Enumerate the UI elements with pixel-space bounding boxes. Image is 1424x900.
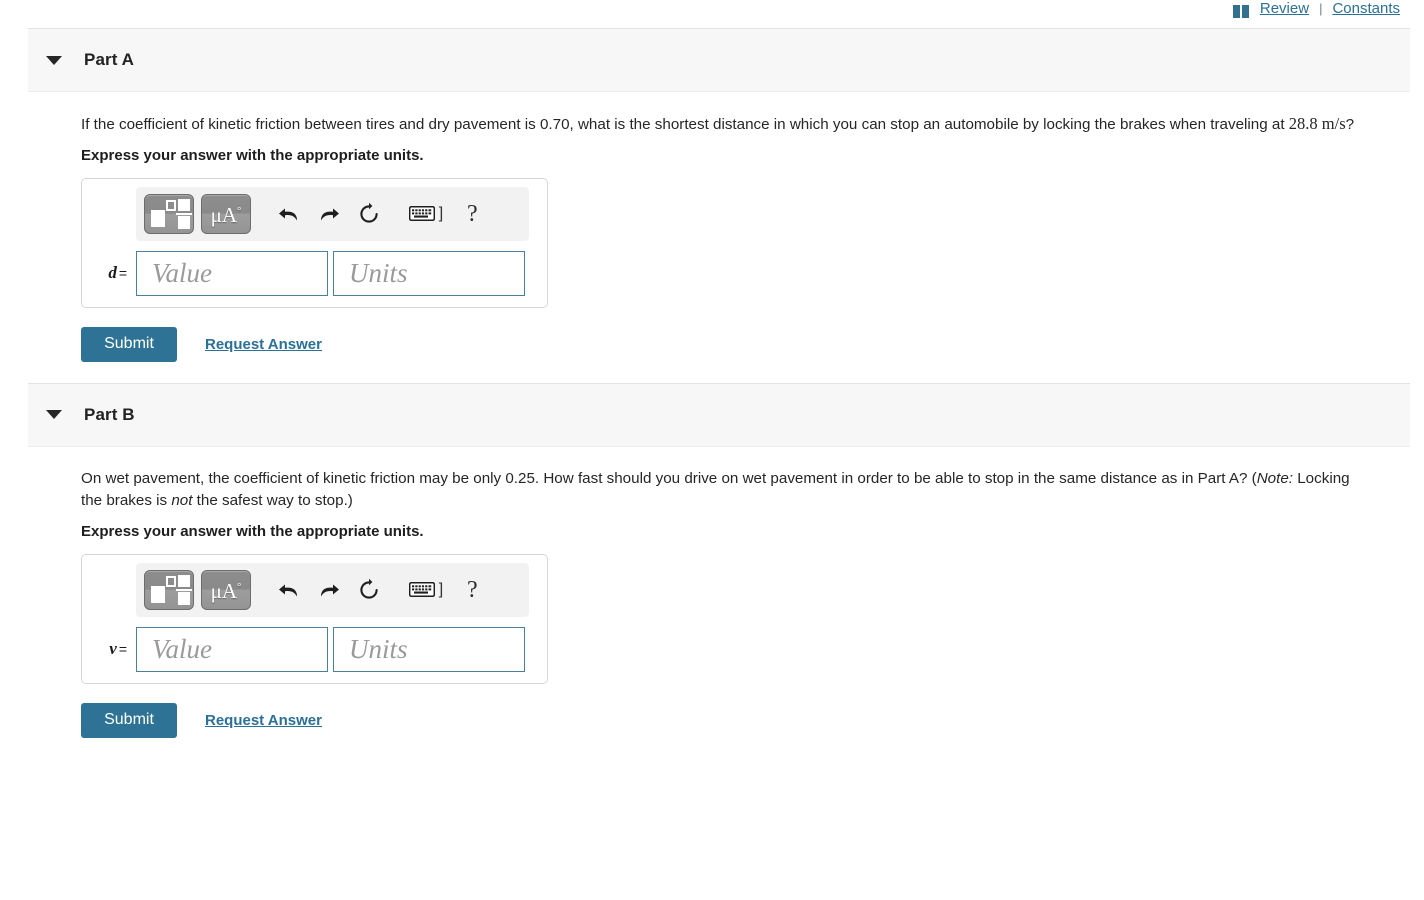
reset-circular-arrow-icon[interactable] <box>349 571 389 609</box>
part-a-answer-box: μA° ] ? d = Value Units <box>81 177 548 308</box>
part-b-body: On wet pavement, the coefficient of kine… <box>28 447 1410 738</box>
part-a-answer-row: d = Value Units <box>91 250 538 296</box>
part-b-not-emphasis: not <box>171 492 193 509</box>
part-b-title: Part B <box>84 404 135 424</box>
units-button-label: μA° <box>210 578 242 603</box>
keyboard-bracket-label: ] <box>438 580 444 598</box>
units-template-button[interactable]: μA° <box>201 569 251 610</box>
part-a-body: If the coefficient of kinetic friction b… <box>28 92 1410 362</box>
part-a-question: If the coefficient of kinetic friction b… <box>81 114 1355 133</box>
part-b-section: Part B On wet pavement, the coefficient … <box>28 382 1410 738</box>
units-template-button[interactable]: μA° <box>201 193 251 234</box>
part-b-instruction: Express your answer with the appropriate… <box>81 522 424 540</box>
part-a-question-tail: ? <box>1345 116 1355 133</box>
part-a-math-units-num: m <box>1321 114 1335 133</box>
part-a-equals: = <box>118 265 127 281</box>
part-b-request-answer-link[interactable]: Request Answer <box>205 712 322 729</box>
math-template-button[interactable] <box>144 193 194 234</box>
units-button-label: μA° <box>210 202 242 227</box>
collapse-caret-icon[interactable] <box>46 55 62 65</box>
help-button[interactable]: ? <box>467 202 478 226</box>
page-top-bar: Review | Constants <box>0 0 1424 28</box>
part-a-math-value: 28.8 <box>1288 114 1318 133</box>
part-b-variable: v <box>109 639 117 658</box>
part-b-header[interactable]: Part B <box>28 382 1410 447</box>
collapse-caret-icon[interactable] <box>46 410 62 419</box>
part-a-question-lead: If the coefficient of kinetic friction b… <box>81 116 1289 133</box>
part-a-header[interactable]: Part A <box>28 28 1410 92</box>
part-b-units-input[interactable]: Units <box>333 626 525 672</box>
part-a-math-toolbar: μA° ] ? <box>136 186 529 241</box>
part-a-instruction: Express your answer with the appropriate… <box>81 146 424 164</box>
part-a-variable: d <box>108 263 117 282</box>
part-a-value-input[interactable]: Value <box>136 250 328 296</box>
keyboard-bracket-label: ] <box>438 204 444 222</box>
part-b-answer-row: v = Value Units <box>91 626 538 672</box>
part-b-submit-button[interactable]: Submit <box>81 702 177 738</box>
part-a-units-input[interactable]: Units <box>333 250 525 296</box>
undo-arrow-icon[interactable] <box>269 571 309 609</box>
redo-arrow-icon[interactable] <box>309 195 349 233</box>
header-separator: | <box>1319 1 1323 16</box>
review-link[interactable]: Review <box>1260 0 1309 18</box>
header-links: Review | Constants <box>1232 0 1400 18</box>
part-b-answer-box: μA° ] ? v = Value Units <box>81 553 548 684</box>
keyboard-icon[interactable]: ] <box>397 571 455 609</box>
part-a-submit-button[interactable]: Submit <box>81 326 177 362</box>
part-a-section: Part A If the coefficient of kinetic fri… <box>28 28 1410 362</box>
part-a-request-answer-link[interactable]: Request Answer <box>205 336 322 353</box>
help-button[interactable]: ? <box>467 578 478 602</box>
reset-circular-arrow-icon[interactable] <box>349 195 389 233</box>
part-a-title: Part A <box>84 50 135 69</box>
part-a-variable-label: d = <box>91 263 136 283</box>
part-b-equals: = <box>118 641 127 657</box>
part-b-submit-row: Submit Request Answer <box>81 702 1410 738</box>
part-b-question-tail: the safest way to stop.) <box>192 492 353 509</box>
part-a-submit-row: Submit Request Answer <box>81 326 1410 362</box>
redo-arrow-icon[interactable] <box>309 571 349 609</box>
part-b-note-label: Note: <box>1256 469 1294 487</box>
part-b-math-toolbar: μA° ] ? <box>136 562 529 617</box>
math-template-button[interactable] <box>144 569 194 610</box>
keyboard-icon[interactable]: ] <box>397 195 455 233</box>
undo-arrow-icon[interactable] <box>269 195 309 233</box>
open-book-icon <box>1232 4 1250 18</box>
part-b-question-lead: On wet pavement, the coefficient of kine… <box>81 469 1257 487</box>
part-b-value-input[interactable]: Value <box>136 626 328 672</box>
part-b-question: On wet pavement, the coefficient of kine… <box>81 468 1371 513</box>
constants-link[interactable]: Constants <box>1332 0 1400 18</box>
part-b-variable-label: v = <box>91 639 136 659</box>
